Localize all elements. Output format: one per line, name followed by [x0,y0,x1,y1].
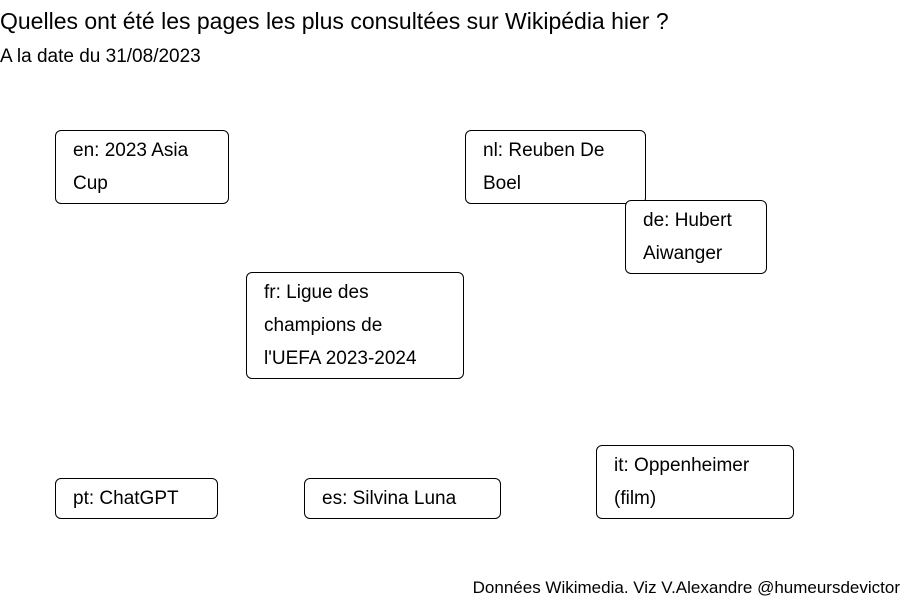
label-en: en: 2023 Asia Cup [55,130,229,204]
label-text: Aiwanger [643,243,723,264]
label-text: nl: Reuben De [483,140,605,161]
label-text: Boel [483,173,522,194]
label-es: es: Silvina Luna [304,478,501,519]
label-text: champions de [264,315,383,336]
label-it: it: Oppenheimer (film) [596,445,794,519]
label-text: es: Silvina Luna [322,488,457,509]
chart-caption: Données Wikimedia. Viz V.Alexandre @hume… [472,578,900,597]
chart-page: Quelles ont été les pages les plus consu… [0,0,900,600]
label-text: fr: Ligue des [264,282,369,303]
label-text: Cup [73,173,108,194]
label-text: (film) [614,488,657,509]
label-text: l'UEFA 2023-2024 [264,348,417,369]
chart-subtitle: A la date du 31/08/2023 [0,46,201,67]
label-text: en: 2023 Asia [73,140,189,161]
label-pt: pt: ChatGPT [55,478,218,519]
chart-title: Quelles ont été les pages les plus consu… [0,8,669,34]
label-nl: nl: Reuben De Boel [465,130,646,204]
label-text: pt: ChatGPT [73,488,179,509]
label-text: de: Hubert [643,210,732,231]
label-fr: fr: Ligue des champions de l'UEFA 2023-202… [246,272,464,379]
label-text: it: Oppenheimer [614,455,750,476]
label-de: de: Hubert Aiwanger [625,200,767,274]
